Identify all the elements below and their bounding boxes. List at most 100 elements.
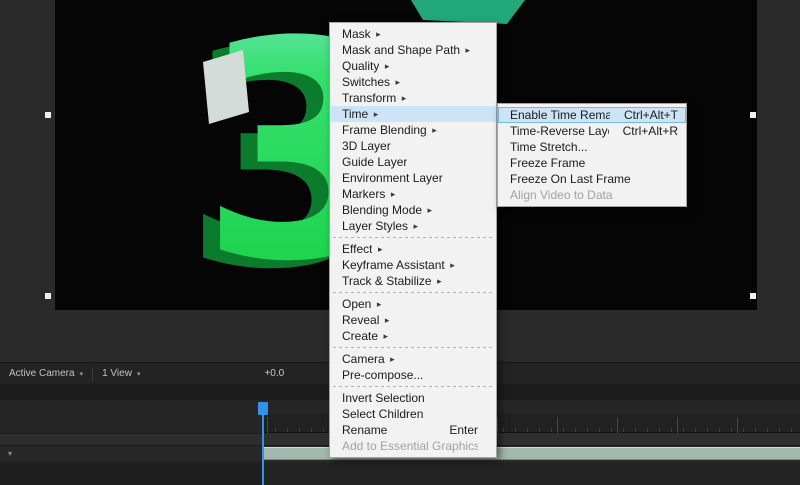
menu-item-frame-blending[interactable]: Frame Blending ▸ (330, 122, 496, 138)
menu-item-time[interactable]: Time ▸ (330, 106, 496, 122)
parent-link-dropdown-icon[interactable]: ▾ (8, 449, 12, 458)
timeline-toolbar (116, 402, 242, 418)
menu-item-label: Blending Mode (342, 202, 422, 218)
menu-item-label: Frame Blending (342, 122, 427, 138)
menu-item-switches[interactable]: Switches ▸ (330, 74, 496, 90)
submenu-arrow-icon: ▸ (379, 58, 389, 74)
menu-item-keyframe-assistant[interactable]: Keyframe Assistant ▸ (330, 257, 496, 273)
menu-item-add-to-essential-graphics[interactable]: Add to Essential Graphics ▸ (330, 438, 496, 454)
submenu-item-label: Enable Time Remapping (510, 107, 610, 123)
menu-item-label: Keyframe Assistant (342, 257, 445, 273)
selection-handle[interactable] (750, 293, 756, 299)
submenu-item-label: Freeze On Last Frame (510, 171, 631, 187)
region-of-interest-icon[interactable] (220, 366, 237, 382)
submenu-arrow-icon: ▸ (460, 42, 470, 58)
layer-values-row: ▾ (0, 446, 262, 462)
layer-context-menu: Mask ▸ Mask and Shape Path ▸ Quality ▸ S… (329, 22, 497, 458)
menu-item-label: Add to Essential Graphics (342, 438, 478, 454)
menu-item-label: Guide Layer (342, 154, 407, 170)
submenu-arrow-icon: ▸ (445, 257, 455, 273)
submenu-item-freeze-frame[interactable]: Freeze Frame (498, 155, 686, 171)
submenu-item-label: Freeze Frame (510, 155, 585, 171)
submenu-item-label: Align Video to Data (510, 187, 613, 203)
menu-item-track-stabilize[interactable]: Track & Stabilize ▸ (330, 273, 496, 289)
submenu-item-label: Time-Reverse Layer (510, 123, 609, 139)
submenu-item-shortcut: Ctrl+Alt+R (609, 123, 678, 139)
composition-mini-flowchart-icon[interactable] (116, 402, 132, 418)
menu-item-label: Create (342, 328, 378, 344)
menu-item-label: Track & Stabilize (342, 273, 432, 289)
menu-item-mask[interactable]: Mask ▸ (330, 26, 496, 42)
submenu-item-time-reverse-layer[interactable]: Time-Reverse Layer Ctrl+Alt+R (498, 123, 686, 139)
submenu-item-time-stretch[interactable]: Time Stretch... (498, 139, 686, 155)
menu-item-guide-layer[interactable]: Guide Layer ▸ (330, 154, 496, 170)
menu-item-transform[interactable]: Transform ▸ (330, 90, 496, 106)
motion-blur-icon[interactable] (204, 402, 220, 418)
hide-shy-layers-icon[interactable] (160, 402, 176, 418)
submenu-item-align-video-to-data[interactable]: Align Video to Data (498, 187, 686, 203)
submenu-arrow-icon: ▸ (385, 351, 395, 367)
submenu-item-label: Time Stretch... (510, 139, 588, 155)
menu-item-layer-styles[interactable]: Layer Styles ▸ (330, 218, 496, 234)
submenu-item-freeze-on-last-frame[interactable]: Freeze On Last Frame (498, 171, 686, 187)
submenu-arrow-icon: ▸ (408, 218, 418, 234)
view-layout-dropdown[interactable]: 1 View ▾ (93, 363, 149, 384)
menu-item-effect[interactable]: Effect ▸ (330, 241, 496, 257)
grid-guides-icon[interactable] (178, 366, 195, 382)
menu-item-label: Mask (342, 26, 371, 42)
selection-handle[interactable] (750, 112, 756, 118)
menu-item-camera[interactable]: Camera ▸ (330, 351, 496, 367)
menu-item-blending-mode[interactable]: Blending Mode ▸ (330, 202, 496, 218)
draft-3d-icon[interactable] (138, 402, 154, 418)
mask-visibility-icon[interactable] (199, 366, 216, 382)
menu-item-rename[interactable]: Rename Enter ▸ (330, 422, 496, 438)
menu-item-label: Markers (342, 186, 385, 202)
submenu-arrow-icon: ▸ (379, 312, 389, 328)
playhead-handle[interactable] (258, 402, 268, 415)
menu-item-reveal[interactable]: Reveal ▸ (330, 312, 496, 328)
after-effects-window: 3 3 Active Camera ▾ 1 View ▾ +0.0 (0, 0, 800, 485)
menu-item-label: Camera (342, 351, 385, 367)
menu-item-label: Mask and Shape Path (342, 42, 460, 58)
menu-item-invert-selection[interactable]: Invert Selection ▸ (330, 390, 496, 406)
submenu-arrow-icon: ▸ (368, 106, 378, 122)
chevron-down-icon: ▾ (137, 370, 141, 378)
exposure-value[interactable]: +0.0 (258, 368, 284, 379)
selection-handle[interactable] (45, 112, 51, 118)
menu-item-label: Switches (342, 74, 390, 90)
menu-item-label: Transform (342, 90, 396, 106)
menu-separator (333, 347, 493, 348)
submenu-item-shortcut: Ctrl+Alt+T (610, 107, 678, 123)
menu-item-markers[interactable]: Markers ▸ (330, 186, 496, 202)
menu-item-mask-and-shape-path[interactable]: Mask and Shape Path ▸ (330, 42, 496, 58)
menu-item-quality[interactable]: Quality ▸ (330, 58, 496, 74)
camera-view-dropdown[interactable]: Active Camera ▾ (0, 363, 92, 384)
view-layout-icon[interactable] (157, 366, 174, 382)
camera-view-label: Active Camera (9, 368, 75, 379)
timeline-empty-area-left (0, 462, 262, 485)
menu-item-label: Quality (342, 58, 379, 74)
menu-item-label: 3D Layer (342, 138, 391, 154)
menu-item-label: Layer Styles (342, 218, 408, 234)
exposure-gear-icon[interactable] (241, 366, 258, 382)
menu-item-environment-layer[interactable]: Environment Layer ▸ (330, 170, 496, 186)
menu-item-open[interactable]: Open ▸ (330, 296, 496, 312)
frame-blending-icon[interactable] (182, 402, 198, 418)
time-submenu: Enable Time Remapping Ctrl+Alt+T Time-Re… (497, 103, 687, 207)
menu-item-label: Environment Layer (342, 170, 443, 186)
menu-item-label: Pre-compose... (342, 367, 423, 383)
submenu-arrow-icon: ▸ (372, 241, 382, 257)
submenu-arrow-icon: ▸ (422, 202, 432, 218)
menu-item-pre-compose[interactable]: Pre-compose... ▸ (330, 367, 496, 383)
menu-item-3d-layer[interactable]: 3D Layer ▸ (330, 138, 496, 154)
menu-separator (333, 292, 493, 293)
menu-item-create[interactable]: Create ▸ (330, 328, 496, 344)
menu-item-label: Time (342, 106, 368, 122)
menu-item-label: Select Children (342, 406, 423, 422)
menu-item-label: Reveal (342, 312, 379, 328)
submenu-arrow-icon: ▸ (427, 122, 437, 138)
graph-editor-icon[interactable] (226, 402, 242, 418)
selection-handle[interactable] (45, 293, 51, 299)
menu-item-select-children[interactable]: Select Children ▸ (330, 406, 496, 422)
submenu-item-enable-time-remapping[interactable]: Enable Time Remapping Ctrl+Alt+T (498, 107, 686, 123)
